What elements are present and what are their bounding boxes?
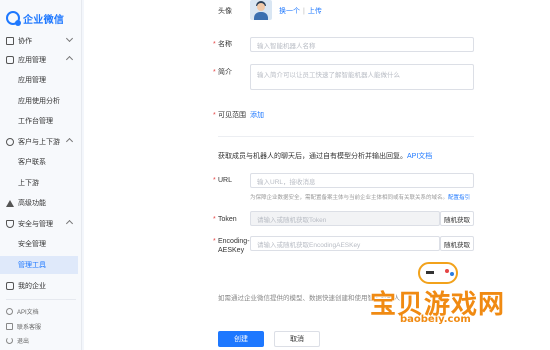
footer-label: API文档	[17, 310, 39, 316]
sidebar-item-manage-tools[interactable]: 管理工具	[0, 256, 78, 274]
sidebar-group-app[interactable]: 应用管理	[0, 51, 82, 69]
avatar-actions: 换一个 | 上传	[279, 8, 322, 15]
upload-avatar-link[interactable]: 上传	[308, 8, 322, 15]
sidebar-item-label: 管理工具	[18, 262, 46, 269]
token-random-button[interactable]: 随机获取	[440, 211, 474, 226]
callback-note: 获取成员与机器人的聊天后，通过自有模型分析并输出回复。API文档	[218, 153, 433, 160]
sidebar-item-label: 客户联系	[18, 159, 46, 166]
advanced-icon	[6, 199, 14, 207]
sidebar-group-collab[interactable]: 协作	[0, 32, 82, 50]
sidebar-group-label: 我的企业	[18, 283, 46, 290]
sidebar-item-label: 工作台管理	[18, 118, 53, 125]
chevron-down-icon	[65, 34, 74, 43]
sidebar-group-label: 高级功能	[18, 200, 46, 207]
sidebar-item-label: 应用使用分析	[18, 98, 60, 105]
config-guide-link[interactable]: 配置指引	[448, 195, 470, 201]
cancel-button[interactable]: 取消	[274, 331, 320, 347]
intro-textarea[interactable]: 输入简介可以让员工快速了解智能机器人能做什么	[250, 64, 474, 90]
sidebar-group-customer[interactable]: 客户与上下游	[0, 133, 82, 151]
footer-label: 联系客服	[17, 325, 42, 331]
customer-icon	[6, 138, 14, 146]
sidebar-group-advanced[interactable]: 高级功能	[0, 194, 82, 212]
name-label: * 名称	[213, 41, 232, 48]
aeskey-input[interactable]: 请输入或随机获取EncodingAESKey	[250, 236, 440, 251]
url-label: * URL	[213, 177, 233, 184]
api-doc-icon	[6, 308, 13, 315]
sidebar-item-label: 上下游	[18, 180, 39, 187]
logout-icon	[6, 337, 13, 344]
sidebar-item-app-analytics[interactable]: 应用使用分析	[0, 92, 82, 110]
sidebar-item-label: 应用管理	[18, 77, 46, 84]
sidebar-group-label: 安全与管理	[18, 221, 53, 228]
footer-api-doc[interactable]: API文档	[6, 305, 82, 318]
aeskey-random-button[interactable]: 随机获取	[440, 236, 474, 251]
sidebar: 企业微信 协作 应用管理 应用管理 应用使用分析 工作台管理 客户与上下游 客户…	[0, 0, 82, 350]
avatar	[250, 0, 272, 20]
gamepad-icon	[418, 262, 458, 284]
change-avatar-link[interactable]: 换一个	[279, 8, 300, 15]
sidebar-group-company[interactable]: 我的企业	[0, 277, 82, 295]
watermark-domain: baobeiy.com	[400, 314, 471, 325]
wecom-logo-icon	[6, 11, 21, 26]
sidebar-group-label: 客户与上下游	[18, 139, 60, 146]
token-input[interactable]: 请输入或随机获取Token	[250, 211, 440, 226]
sidebar-group-security[interactable]: 安全与管理	[0, 215, 82, 233]
sidebar-item-customer-contact[interactable]: 客户联系	[0, 153, 82, 171]
footer-logout[interactable]: 退出	[6, 334, 82, 347]
watermark: 宝贝游戏网 baobeiy.com	[370, 262, 545, 332]
sidebar-item-upstream[interactable]: 上下游	[0, 174, 82, 192]
url-input[interactable]: 输入URL，接收消息	[250, 173, 474, 188]
section-divider	[218, 136, 474, 137]
token-label: * Token	[213, 216, 237, 223]
create-button[interactable]: 创建	[218, 331, 264, 347]
sidebar-item-security-manage[interactable]: 安全管理	[0, 235, 82, 253]
avatar-label: 头像	[218, 8, 232, 15]
intro-label: * 简介	[213, 69, 232, 76]
sidebar-item-workbench[interactable]: 工作台管理	[0, 112, 82, 130]
brand-name: 企业微信	[23, 14, 65, 26]
collab-icon	[6, 37, 14, 45]
sidebar-group-label: 协作	[18, 38, 32, 45]
aeskey-label: * Encoding- AESKey	[213, 238, 250, 254]
sidebar-divider	[6, 299, 76, 300]
name-input[interactable]: 输入智能机器人名称	[250, 37, 474, 52]
contact-icon	[6, 323, 13, 330]
security-icon	[6, 220, 14, 228]
chevron-up-icon	[65, 55, 74, 64]
brand-logo[interactable]: 企业微信	[6, 10, 64, 26]
footer-label: 退出	[17, 339, 30, 345]
chevron-up-icon	[65, 219, 74, 228]
url-hint: 为保障企业数据安全，需配置备案主体与当前企业主体相同或有关联关系的域名。配置指引	[250, 195, 471, 201]
sidebar-group-label: 应用管理	[18, 57, 46, 64]
sidebar-item-app-manage[interactable]: 应用管理	[0, 71, 82, 89]
company-icon	[6, 282, 14, 290]
add-visible-scope-link[interactable]: 添加	[250, 111, 264, 120]
chevron-up-icon	[65, 137, 74, 146]
visible-scope-label: * 可见范围	[213, 112, 246, 119]
app-icon	[6, 56, 14, 64]
sidebar-item-label: 安全管理	[18, 241, 46, 248]
api-doc-link[interactable]: API文档	[407, 153, 432, 160]
footer-contact[interactable]: 联系客服	[6, 320, 82, 333]
